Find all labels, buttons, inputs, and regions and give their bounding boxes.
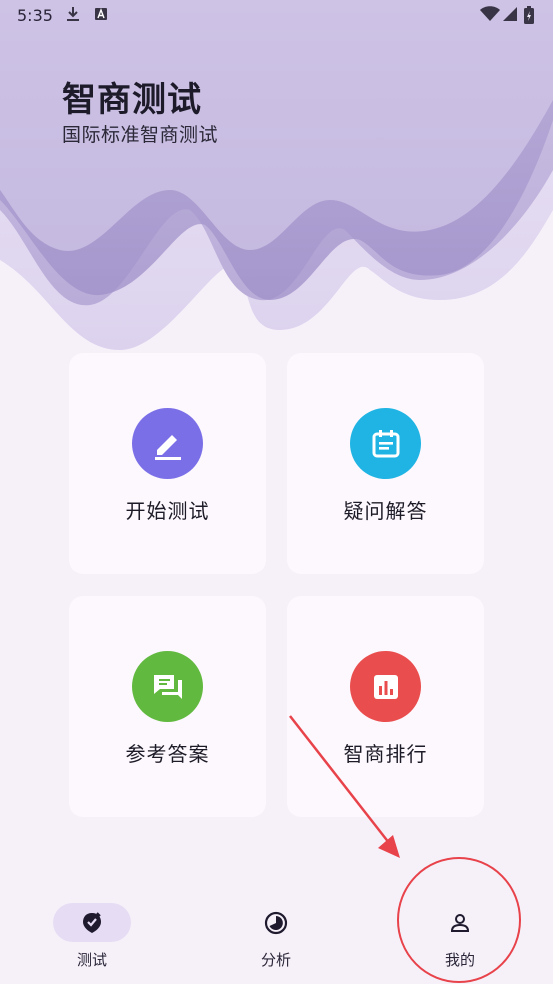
nav-label: 我的 (444, 951, 475, 969)
chat-icon (153, 674, 182, 699)
status-bar: 5:35 (0, 0, 553, 32)
card-label: 疑问解答 (343, 499, 428, 523)
wifi-icon (480, 6, 500, 21)
nav-icon-wrap (237, 903, 315, 942)
card-faq[interactable]: 疑问解答 (287, 353, 484, 574)
card-label: 智商排行 (343, 742, 428, 766)
annotation-arrowhead (378, 835, 400, 858)
calendar-icon (372, 429, 399, 457)
card-label: 参考答案 (125, 742, 210, 766)
pie-chart-icon (264, 911, 288, 934)
faq-badge (350, 408, 421, 479)
answers-badge (132, 651, 203, 722)
nav-item-analysis[interactable]: 分析 (184, 880, 368, 984)
nav-item-test[interactable]: 测试 (0, 880, 184, 984)
bottom-navigation: 测试 分析 我的 (0, 880, 553, 984)
card-start-test[interactable]: 开始测试 (69, 353, 266, 574)
pencil-icon (154, 434, 181, 460)
battery-icon (524, 6, 534, 24)
text-a-icon (95, 8, 107, 20)
status-time: 5:35 (17, 6, 53, 25)
bar-chart-icon (373, 674, 398, 699)
brain-check-icon (83, 911, 101, 933)
app-screen: 5:35 智商测试 国际标准智商测试 开始测试 疑问解答 参考答案 智商排行 测… (0, 0, 553, 984)
nav-icon-wrap (421, 903, 499, 942)
ranking-badge (350, 651, 421, 722)
page-title: 智商测试 (62, 80, 202, 120)
nav-item-mine[interactable]: 我的 (368, 880, 552, 984)
nav-label: 分析 (260, 951, 291, 969)
card-label: 开始测试 (125, 499, 210, 523)
page-subtitle: 国际标准智商测试 (62, 124, 219, 146)
active-indicator (53, 903, 131, 942)
card-iq-ranking[interactable]: 智商排行 (287, 596, 484, 817)
start-test-badge (132, 408, 203, 479)
header-wave-background (0, 0, 553, 360)
person-icon (450, 913, 470, 932)
nav-label: 测试 (76, 951, 107, 969)
download-icon (67, 7, 79, 21)
signal-icon (503, 7, 517, 21)
card-reference-answers[interactable]: 参考答案 (69, 596, 266, 817)
